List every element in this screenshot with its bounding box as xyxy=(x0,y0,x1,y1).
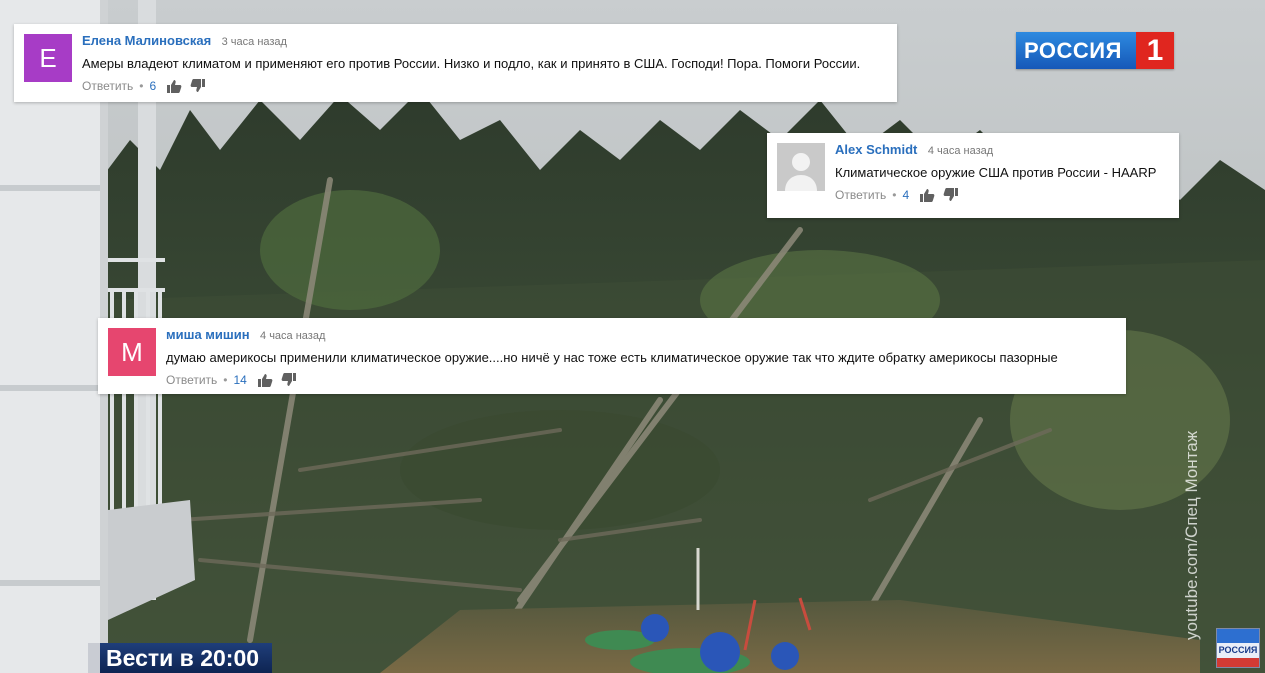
thumbs-down-icon[interactable] xyxy=(190,79,206,93)
comment-text: Климатическое оружие США против России -… xyxy=(835,165,1157,180)
comment-text: думаю америкосы применили климатическое … xyxy=(166,350,1058,365)
comment-card-elena: E Елена Малиновская 3 часа назад Амеры в… xyxy=(14,24,897,102)
separator-dot: • xyxy=(223,373,228,387)
comment-body: миша мишин 4 часа назад думаю америкосы … xyxy=(166,326,1118,387)
comment-time[interactable]: 4 часа назад xyxy=(260,330,325,342)
separator-dot: • xyxy=(892,188,897,202)
avatar-letter: E xyxy=(39,42,57,73)
corner-channel-logo: РОССИЯ xyxy=(1216,628,1260,668)
reply-button[interactable]: Ответить xyxy=(166,373,217,387)
logo-stripe-red xyxy=(1217,658,1259,667)
reply-button[interactable]: Ответить xyxy=(82,79,133,93)
news-program-banner: Вести в 20:00 xyxy=(88,643,272,673)
comment-body: Alex Schmidt 4 часа назад Климатическое … xyxy=(835,141,1171,202)
default-user-icon xyxy=(785,153,817,191)
avatar-letter: M xyxy=(121,336,143,367)
thumbs-down-icon[interactable] xyxy=(943,188,959,202)
thumbs-up-icon[interactable] xyxy=(257,373,273,387)
comment-actions: Ответить • 14 xyxy=(166,373,1118,387)
comment-author[interactable]: Alex Schmidt xyxy=(835,142,917,157)
watermark-text: youtube.com/Спец Монтаж xyxy=(1182,430,1201,640)
comment-actions: Ответить • 6 xyxy=(82,79,889,93)
avatar[interactable] xyxy=(777,143,825,191)
like-count: 14 xyxy=(233,373,247,387)
comment-time[interactable]: 3 часа назад xyxy=(222,36,287,48)
comment-author[interactable]: миша мишин xyxy=(166,327,250,342)
channel-logo-number: 1 xyxy=(1136,32,1174,69)
like-count: 6 xyxy=(149,79,157,93)
comment-text: Амеры владеют климатом и применяют его п… xyxy=(82,56,861,71)
thumbs-up-icon[interactable] xyxy=(919,188,935,202)
channel-logo: РОССИЯ 1 xyxy=(1016,32,1174,69)
reply-button[interactable]: Ответить xyxy=(835,188,886,202)
comment-author[interactable]: Елена Малиновская xyxy=(82,33,211,48)
comment-time[interactable]: 4 часа назад xyxy=(928,145,993,157)
avatar[interactable]: E xyxy=(24,34,72,82)
comment-card-alex: Alex Schmidt 4 часа назад Климатическое … xyxy=(767,133,1179,218)
channel-logo-text: РОССИЯ xyxy=(1016,32,1136,69)
comment-actions: Ответить • 4 xyxy=(835,188,1171,202)
corner-logo-text: РОССИЯ xyxy=(1218,645,1258,655)
comment-card-misha: M миша мишин 4 часа назад думаю америкос… xyxy=(98,318,1126,394)
thumbs-up-icon[interactable] xyxy=(166,79,182,93)
logo-stripe-blue xyxy=(1217,629,1259,643)
comment-body: Елена Малиновская 3 часа назад Амеры вла… xyxy=(82,32,889,93)
avatar[interactable]: M xyxy=(108,328,156,376)
separator-dot: • xyxy=(139,79,144,93)
like-count: 4 xyxy=(902,188,910,202)
thumbs-down-icon[interactable] xyxy=(281,373,297,387)
